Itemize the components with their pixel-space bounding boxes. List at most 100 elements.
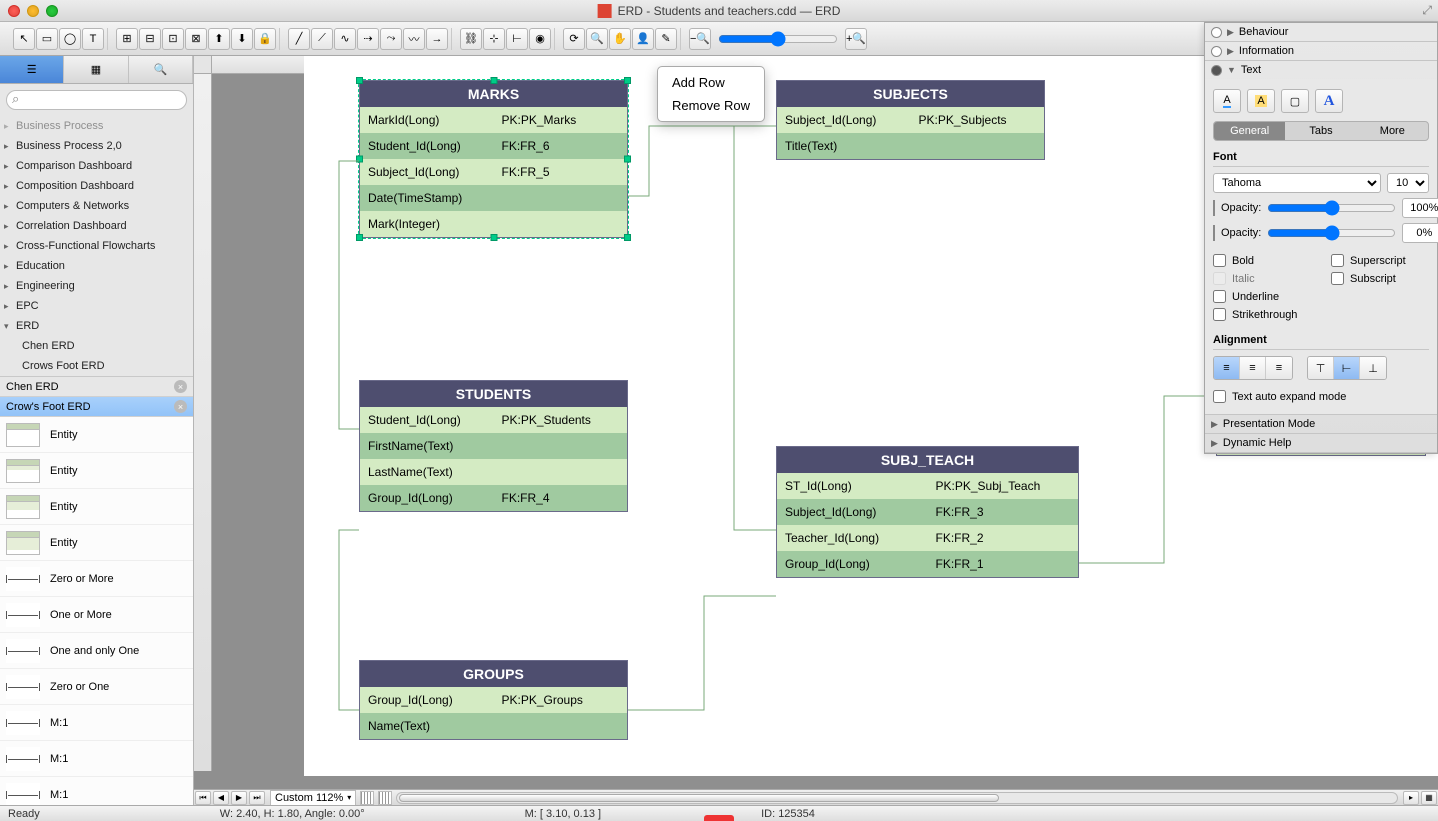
- arrow-tool-icon[interactable]: →: [426, 28, 448, 50]
- prop-section-behaviour[interactable]: ▶Behaviour: [1205, 23, 1437, 41]
- maximize-icon[interactable]: [46, 5, 58, 17]
- opacity-value-2[interactable]: [1402, 223, 1438, 243]
- underline-color-icon[interactable]: A: [1213, 89, 1241, 113]
- font-icon[interactable]: A: [1315, 89, 1343, 113]
- library-tab-icon[interactable]: ☰: [0, 56, 64, 83]
- prop-presentation[interactable]: ▶Presentation Mode: [1205, 415, 1437, 433]
- stencil-item[interactable]: Zero or More: [0, 561, 193, 597]
- close-icon[interactable]: [8, 5, 20, 17]
- stencil-item[interactable]: M:1: [0, 777, 193, 805]
- pen-tool-icon[interactable]: ✎: [655, 28, 677, 50]
- connector-tool-icon[interactable]: ⇢: [357, 28, 379, 50]
- underline-check[interactable]: [1213, 290, 1226, 303]
- grid-tab-icon[interactable]: ▦: [64, 56, 128, 83]
- opacity-slider-2[interactable]: [1267, 225, 1396, 241]
- close-icon[interactable]: ×: [174, 380, 187, 393]
- first-page-icon[interactable]: ⏮: [195, 791, 211, 805]
- resize-handle[interactable]: [624, 77, 631, 84]
- font-select[interactable]: Tahoma: [1213, 173, 1381, 193]
- prop-tab-general[interactable]: General: [1214, 122, 1285, 140]
- zoom-dropdown[interactable]: Custom 112%▾: [270, 790, 356, 806]
- tree-item[interactable]: ▸Business Process 2,0: [0, 136, 193, 156]
- refresh-icon[interactable]: ⟳: [563, 28, 585, 50]
- hand-tool-icon[interactable]: ✋: [609, 28, 631, 50]
- scroll-right-icon[interactable]: ▸: [1403, 791, 1419, 805]
- tree-item[interactable]: ▸Comparison Dashboard: [0, 156, 193, 176]
- tree-item[interactable]: ▸Correlation Dashboard: [0, 216, 193, 236]
- ellipse-tool-icon[interactable]: ◯: [59, 28, 81, 50]
- bold-check[interactable]: [1213, 254, 1226, 267]
- resize-handle[interactable]: [356, 156, 363, 163]
- highlight-icon[interactable]: A: [1247, 89, 1275, 113]
- erd-table-marks[interactable]: MARKS MarkId(Long)PK:PK_Marks Student_Id…: [359, 80, 628, 238]
- stencil-item[interactable]: Entity: [0, 525, 193, 561]
- h-scrollbar[interactable]: [396, 792, 1398, 804]
- rect-tool-icon[interactable]: ▭: [36, 28, 58, 50]
- front-icon[interactable]: ⬆: [208, 28, 230, 50]
- tree-item[interactable]: ▸Business Process: [0, 116, 193, 136]
- prev-page-icon[interactable]: ◀: [213, 791, 229, 805]
- zoom-out-icon[interactable]: −🔍: [689, 28, 711, 50]
- stencil-item[interactable]: One or More: [0, 597, 193, 633]
- stencil-item[interactable]: M:1: [0, 705, 193, 741]
- text-tool-icon[interactable]: T: [82, 28, 104, 50]
- fullscreen-icon[interactable]: ⤢: [1422, 3, 1432, 18]
- next-page-icon[interactable]: ▶: [231, 791, 247, 805]
- arc-tool-icon[interactable]: ⟋: [311, 28, 333, 50]
- sub-check[interactable]: [1331, 272, 1344, 285]
- prop-dynhelp[interactable]: ▶Dynamic Help: [1205, 434, 1437, 452]
- thumb-icon[interactable]: ▦: [1421, 791, 1437, 805]
- bezier-tool-icon[interactable]: 〰: [403, 28, 425, 50]
- tree-item[interactable]: ▸Computers & Networks: [0, 196, 193, 216]
- align-right-icon[interactable]: ≡: [1266, 357, 1292, 379]
- resize-handle[interactable]: [490, 234, 497, 241]
- align-top-icon[interactable]: ⊤: [1308, 357, 1334, 379]
- super-check[interactable]: [1331, 254, 1344, 267]
- minimize-icon[interactable]: [27, 5, 39, 17]
- thumb-grid-icon[interactable]: [360, 791, 374, 805]
- tree-sub-item[interactable]: Chen ERD: [0, 336, 193, 356]
- pointer-tool-icon[interactable]: ↖: [13, 28, 35, 50]
- erd-table-students[interactable]: STUDENTS Student_Id(Long)PK:PK_Students …: [359, 380, 628, 512]
- round-icon[interactable]: ◉: [529, 28, 551, 50]
- ungroup-icon[interactable]: ⊠: [185, 28, 207, 50]
- back-icon[interactable]: ⬇: [231, 28, 253, 50]
- prop-section-information[interactable]: ▶Information: [1205, 42, 1437, 60]
- tree-item[interactable]: ▸Engineering: [0, 276, 193, 296]
- tree-item[interactable]: ▸Education: [0, 256, 193, 276]
- zoom-tool-icon[interactable]: 🔍: [586, 28, 608, 50]
- erd-table-subj-teach[interactable]: SUBJ_TEACH ST_Id(Long)PK:PK_Subj_Teach S…: [776, 446, 1079, 578]
- stencil-item[interactable]: Entity: [0, 453, 193, 489]
- align-bottom-icon[interactable]: ⊥: [1360, 357, 1386, 379]
- align-icon[interactable]: ⊞: [116, 28, 138, 50]
- close-icon[interactable]: ×: [174, 400, 187, 413]
- opacity-slider[interactable]: [1267, 200, 1396, 216]
- strike-check[interactable]: [1213, 308, 1226, 321]
- prop-tab-tabs[interactable]: Tabs: [1285, 122, 1356, 140]
- lock-icon[interactable]: 🔒: [254, 28, 276, 50]
- resize-handle[interactable]: [356, 77, 363, 84]
- stencil-item[interactable]: Entity: [0, 489, 193, 525]
- color-swatch-2[interactable]: [1213, 225, 1215, 241]
- ctx-add-row[interactable]: Add Row: [658, 71, 764, 94]
- group-icon[interactable]: ⊡: [162, 28, 184, 50]
- stencil-item[interactable]: M:1: [0, 741, 193, 777]
- auto-expand-check[interactable]: [1213, 390, 1226, 403]
- resize-handle[interactable]: [624, 234, 631, 241]
- resize-handle[interactable]: [356, 234, 363, 241]
- search-tab-icon[interactable]: 🔍: [129, 56, 193, 83]
- stencil-item[interactable]: One and only One: [0, 633, 193, 669]
- line-tool-icon[interactable]: ╱: [288, 28, 310, 50]
- font-size-select[interactable]: 10: [1387, 173, 1429, 193]
- tree-icon[interactable]: ⊹: [483, 28, 505, 50]
- side-icon[interactable]: ⊢: [506, 28, 528, 50]
- erd-table-subjects[interactable]: SUBJECTS Subject_Id(Long)PK:PK_Subjects …: [776, 80, 1045, 160]
- tree-item-erd[interactable]: ▾ERD: [0, 316, 193, 336]
- align-left-icon[interactable]: ≡: [1214, 357, 1240, 379]
- prop-section-text[interactable]: ▼Text: [1205, 61, 1437, 79]
- open-lib-active[interactable]: Crow's Foot ERD×: [0, 397, 193, 417]
- chain-icon[interactable]: ⛓: [460, 28, 482, 50]
- ctx-remove-row[interactable]: Remove Row: [658, 94, 764, 117]
- stencil-item[interactable]: Zero or One: [0, 669, 193, 705]
- erd-table-groups[interactable]: GROUPS Group_Id(Long)PK:PK_Groups Name(T…: [359, 660, 628, 740]
